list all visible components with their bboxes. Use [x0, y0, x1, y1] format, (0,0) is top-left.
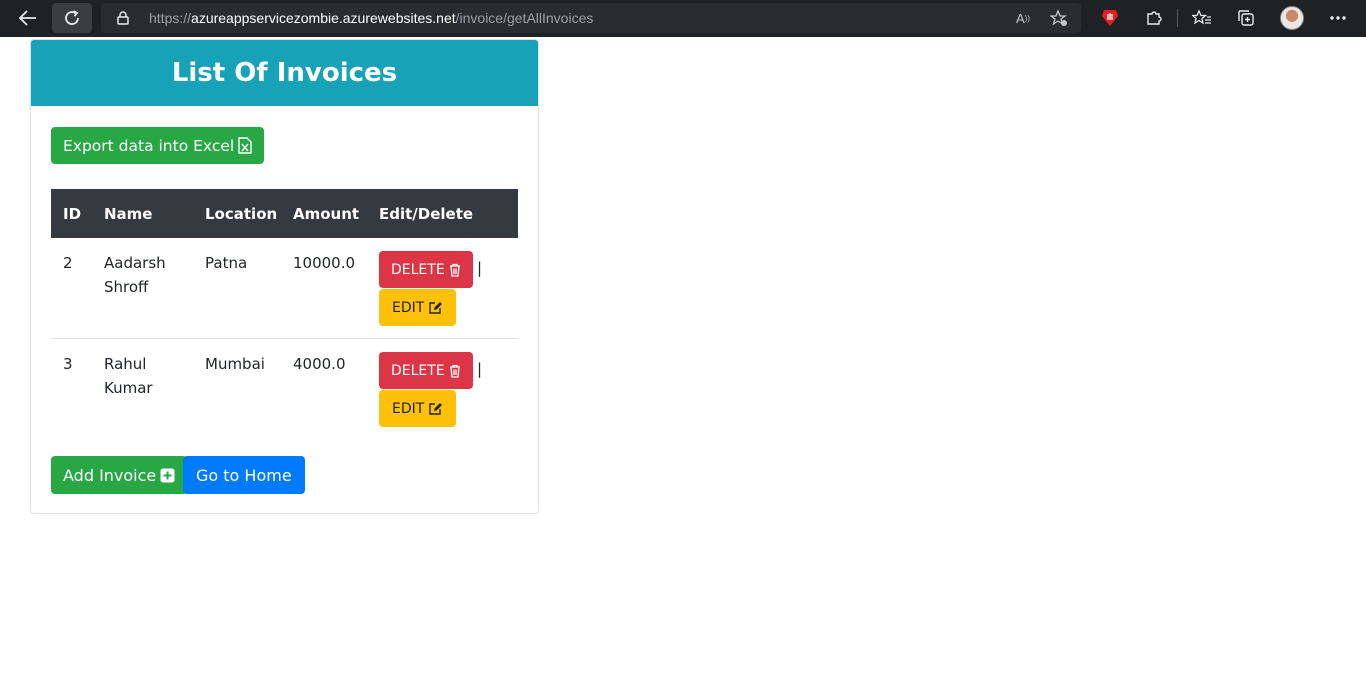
add-favorite-icon[interactable] — [1047, 8, 1071, 28]
toolbar-separator — [1177, 9, 1178, 27]
excel-file-icon — [238, 137, 252, 154]
back-button[interactable] — [8, 3, 48, 33]
cell-location: Patna — [205, 254, 248, 272]
cell-name-line2: Kumar — [104, 379, 153, 397]
cell-name-line1: Aadarsh — [104, 254, 166, 272]
url-text[interactable]: https://azureappservicezombie.azurewebsi… — [149, 10, 593, 26]
delete-label: DELETE — [391, 362, 445, 379]
cell-name-line2: Shroff — [104, 278, 149, 296]
collections-icon[interactable] — [1234, 8, 1258, 28]
edit-button[interactable]: EDIT — [379, 289, 457, 326]
go-home-button[interactable]: Go to Home — [183, 456, 305, 494]
trash-icon — [449, 263, 460, 277]
favorites-icon[interactable] — [1190, 8, 1214, 28]
profile-avatar[interactable] — [1280, 6, 1304, 30]
header-id: ID — [63, 205, 82, 223]
collections-squares-icon — [1238, 10, 1254, 26]
puzzle-icon — [1147, 11, 1162, 25]
extensions-puzzle-icon[interactable] — [1142, 8, 1166, 28]
trash-icon — [449, 364, 460, 378]
edit-label: EDIT — [392, 299, 425, 316]
edit-square-icon — [429, 301, 443, 314]
extension-shield-icon[interactable] — [1098, 8, 1122, 28]
cell-id: 3 — [63, 355, 73, 373]
header-name: Name — [104, 205, 153, 223]
go-home-label: Go to Home — [196, 465, 292, 485]
table-header: ID Name Location Amount Edit/Delete — [51, 189, 518, 238]
refresh-button[interactable] — [52, 3, 92, 33]
browser-toolbar: https://azureappservicezombie.azurewebsi… — [0, 0, 1366, 37]
cell-id: 2 — [63, 254, 73, 272]
card-header: List Of Invoices — [31, 40, 538, 106]
cell-amount: 4000.0 — [293, 355, 346, 373]
header-location: Location — [205, 205, 278, 223]
row-divider — [51, 338, 518, 339]
ellipsis-icon — [1330, 16, 1346, 20]
lock-icon — [117, 11, 129, 25]
header-edit-delete: Edit/Delete — [379, 205, 474, 223]
delete-button[interactable]: DELETE — [379, 352, 473, 389]
refresh-icon — [65, 10, 79, 25]
edit-label: EDIT — [392, 400, 425, 417]
action-separator: | — [477, 360, 483, 378]
back-arrow-icon — [19, 10, 36, 26]
export-excel-button[interactable]: Export data into Excel — [51, 127, 265, 164]
cell-name-line1: Rahul — [104, 355, 147, 373]
cell-location: Mumbai — [205, 355, 265, 373]
export-label: Export data into Excel — [63, 136, 235, 155]
red-hand-icon — [1102, 10, 1118, 26]
cell-amount: 10000.0 — [293, 254, 356, 272]
add-invoice-button[interactable]: Add Invoice — [51, 456, 188, 494]
header-amount: Amount — [293, 205, 360, 223]
add-invoice-label: Add Invoice — [63, 465, 157, 485]
read-aloud-label: A — [1016, 10, 1025, 26]
delete-button[interactable]: DELETE — [379, 251, 473, 288]
invoice-card: List Of Invoices Export data into Excel … — [30, 39, 539, 514]
edit-square-icon — [429, 402, 443, 415]
more-icon[interactable] — [1326, 8, 1350, 28]
action-separator: | — [477, 259, 483, 277]
address-bar[interactable]: https://azureappservicezombie.azurewebsi… — [101, 3, 1081, 33]
read-aloud-icon[interactable]: A)) — [1011, 8, 1035, 28]
plus-square-icon — [160, 468, 175, 482]
star-list-icon — [1192, 9, 1211, 25]
edit-button[interactable]: EDIT — [379, 390, 457, 427]
delete-label: DELETE — [391, 261, 445, 278]
star-plus-icon — [1050, 9, 1067, 26]
page-title: List Of Invoices — [171, 58, 398, 88]
